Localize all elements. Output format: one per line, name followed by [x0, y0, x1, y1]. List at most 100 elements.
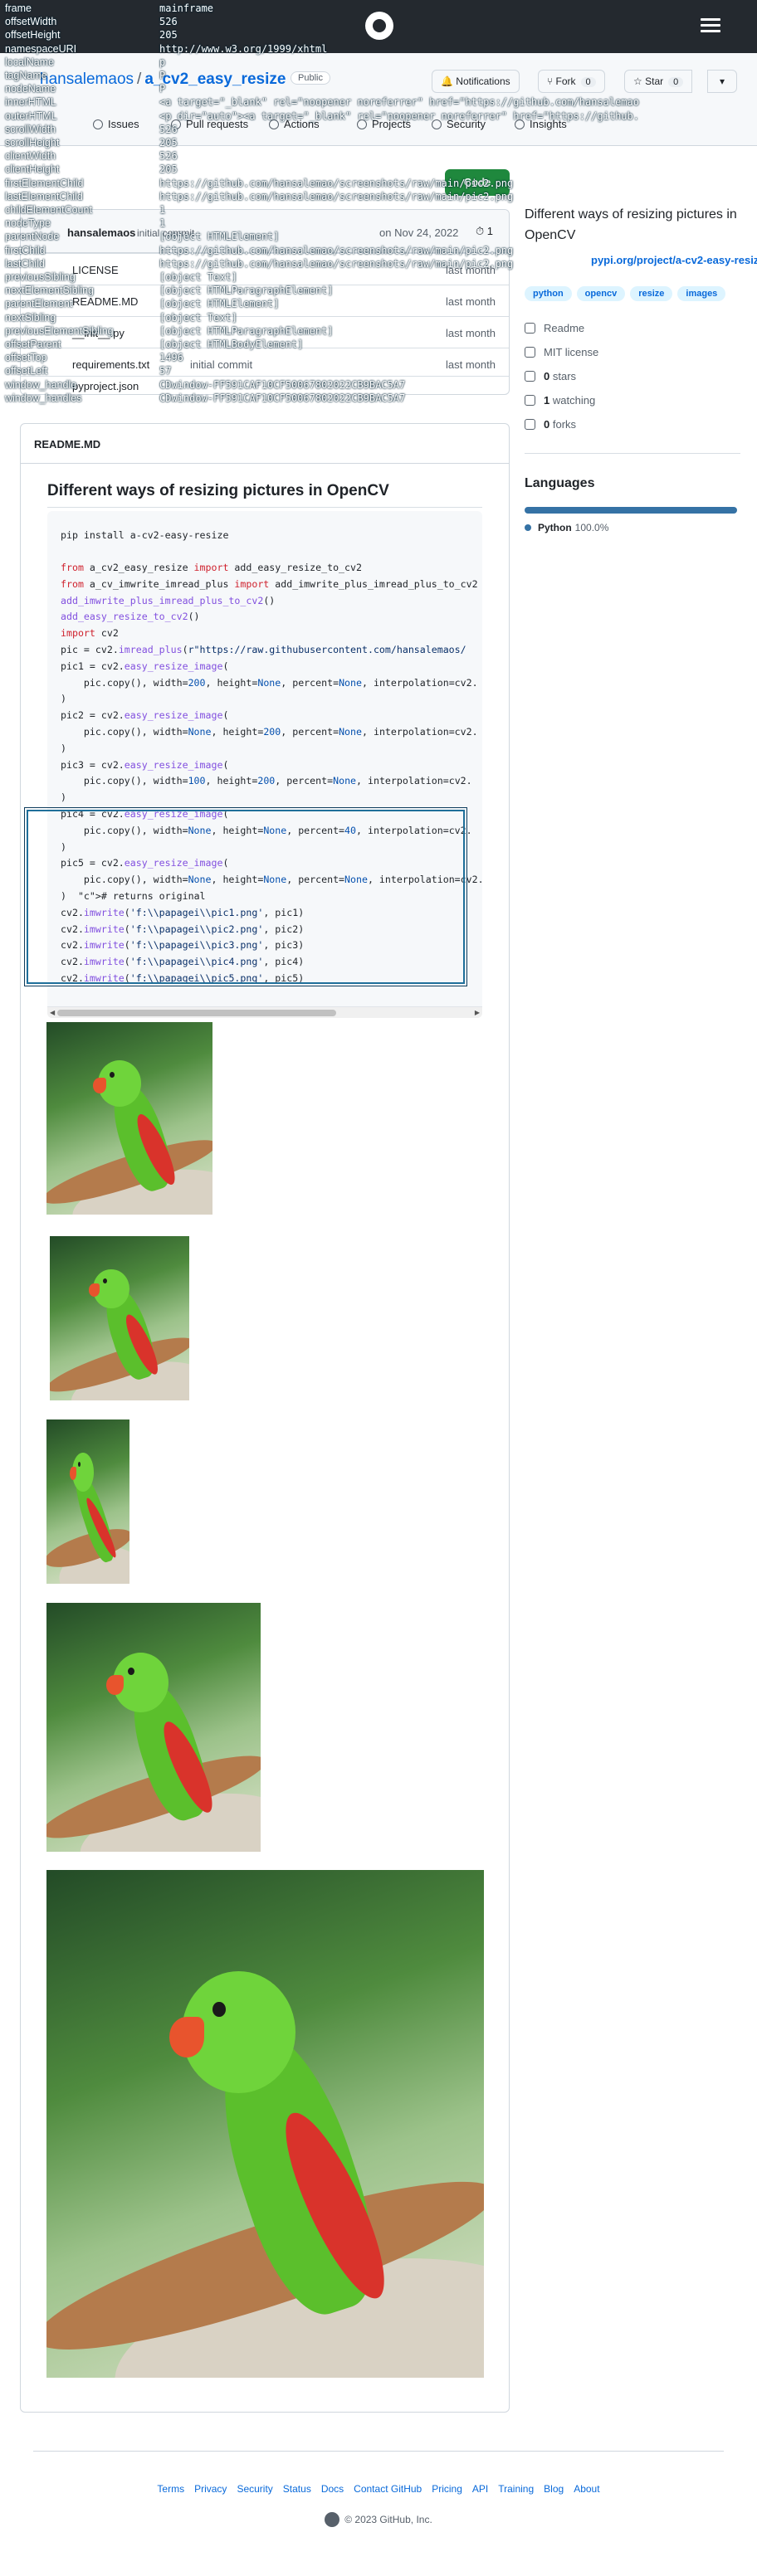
- commit-author[interactable]: hansalemaos: [67, 226, 135, 239]
- star-button[interactable]: ☆ Star 0: [624, 70, 693, 93]
- topic-tag[interactable]: opencv: [576, 286, 626, 301]
- file-name[interactable]: requirements.txt: [72, 358, 149, 371]
- file-name[interactable]: pyproject.json: [72, 380, 139, 392]
- watching-label: watching: [552, 394, 596, 407]
- code-line: ): [61, 693, 66, 705]
- topic-tag[interactable]: python: [525, 286, 572, 301]
- notifications-button[interactable]: 🔔 Notifications: [432, 70, 520, 93]
- tab-label: Security: [447, 118, 486, 130]
- parrot-image-pic1: [46, 1022, 212, 1215]
- footer-link-security[interactable]: Security: [237, 2483, 272, 2495]
- top-navbar: [0, 0, 757, 53]
- forks-link[interactable]: 0 forks: [525, 418, 576, 431]
- topic-list: python opencv resize images: [525, 285, 730, 301]
- tab-label: Projects: [372, 118, 411, 130]
- readme-heading: Different ways of resizing pictures in O…: [47, 482, 482, 508]
- readme-header: README.MD: [21, 424, 509, 464]
- stars-count: 0: [544, 370, 550, 382]
- footer-link-privacy[interactable]: Privacy: [194, 2483, 227, 2495]
- stars-link[interactable]: 0 stars: [525, 370, 576, 382]
- footer-link-pricing[interactable]: Pricing: [432, 2483, 462, 2495]
- inspector-row: firstElementChild https://github.com/hans…: [5, 178, 513, 188]
- footer-link-training[interactable]: Training: [498, 2483, 534, 2495]
- actions-icon: [269, 119, 279, 129]
- tab-security[interactable]: Security: [432, 118, 486, 130]
- file-time: last month: [446, 327, 496, 339]
- forks-count: 0: [544, 418, 550, 431]
- parrot-image-pic4: [46, 1603, 261, 1852]
- scroll-left-icon[interactable]: ◀: [50, 1009, 55, 1016]
- star-dropdown-button[interactable]: ▾: [707, 70, 737, 93]
- repo-header: [0, 53, 757, 146]
- tab-insights[interactable]: Insights: [515, 118, 567, 130]
- topic-tag[interactable]: resize: [630, 286, 673, 301]
- tab-issues[interactable]: Issues: [93, 118, 139, 130]
- footer-link-status[interactable]: Status: [283, 2483, 311, 2495]
- visibility-badge: Public: [291, 71, 330, 85]
- footer-link-docs[interactable]: Docs: [321, 2483, 344, 2495]
- footer-link-blog[interactable]: Blog: [544, 2483, 564, 2495]
- file-row[interactable]: __init__.py last month: [21, 316, 509, 348]
- license-link[interactable]: MIT license: [525, 346, 598, 358]
- security-icon: [432, 119, 442, 129]
- watching-link[interactable]: 1 watching: [525, 394, 595, 407]
- code-button[interactable]: Code: [445, 169, 510, 196]
- stars-label: stars: [552, 370, 577, 382]
- watching-count: 1: [544, 394, 550, 407]
- file-name[interactable]: __init__.py: [72, 327, 125, 339]
- scroll-right-icon[interactable]: ▶: [475, 1009, 480, 1016]
- fork-label: Fork: [555, 75, 576, 87]
- horizontal-scrollbar[interactable]: ◀ ▶: [47, 1006, 482, 1018]
- hamburger-menu-icon[interactable]: [701, 18, 720, 33]
- fork-button[interactable]: ⑂ Fork 0: [538, 70, 605, 93]
- divider: [525, 453, 740, 454]
- file-row[interactable]: LICENSE last month: [21, 253, 509, 285]
- file-name[interactable]: README.MD: [72, 295, 138, 308]
- github-mark-icon[interactable]: [325, 2512, 340, 2527]
- issue-icon: [93, 119, 103, 129]
- inspector-row: clientWidth 526: [5, 151, 178, 162]
- code-line: pic.copy(), width=200, height=None, perc…: [61, 676, 478, 689]
- star-count: 0: [668, 77, 684, 87]
- commit-message[interactable]: initial commit: [137, 227, 194, 239]
- bell-icon: 🔔: [441, 75, 453, 87]
- footer-link-contact-github[interactable]: Contact GitHub: [354, 2483, 422, 2495]
- file-commit-message[interactable]: initial commit: [190, 358, 252, 371]
- code-line: pic.copy(), width=100, height=200, perce…: [61, 775, 472, 787]
- inspector-value: 205: [159, 163, 178, 176]
- repo-name-link[interactable]: a_cv2_easy_resize: [144, 71, 286, 88]
- tab-projects[interactable]: Projects: [357, 118, 411, 130]
- inspector-key: clientHeight: [5, 163, 60, 176]
- fork-icon: ⑂: [547, 75, 554, 87]
- commit-count[interactable]: ⏱ 1: [476, 225, 493, 238]
- file-row[interactable]: README.MD last month: [21, 285, 509, 316]
- language-item[interactable]: Python 100.0%: [525, 522, 608, 533]
- language-name: Python: [538, 522, 572, 533]
- topic-tag[interactable]: images: [677, 286, 726, 301]
- inspector-row: lastElementChild https://github.com/hansa…: [5, 192, 513, 202]
- readme-title[interactable]: README.MD: [34, 438, 100, 450]
- code-line: from a_cv2_easy_resize import add_easy_r…: [61, 562, 362, 573]
- footer-link-about[interactable]: About: [574, 2483, 599, 2495]
- tab-label: Issues: [108, 118, 139, 130]
- file-row[interactable]: requirements.txt initial commit last month: [21, 348, 509, 379]
- footer-link-terms[interactable]: Terms: [157, 2483, 184, 2495]
- code-line: from a_cv_imwrite_imread_plus import add…: [61, 577, 478, 590]
- file-listing: hansalemaos initial commit on Nov 24, 20…: [20, 209, 510, 395]
- fork-icon: [525, 419, 535, 430]
- fork-count: 0: [580, 77, 596, 87]
- tab-actions[interactable]: Actions: [269, 118, 320, 130]
- inspector-key: firstElementChild: [5, 177, 84, 189]
- file-row[interactable]: pyproject.json: [21, 376, 509, 394]
- tab-pull-requests[interactable]: Pull requests: [171, 118, 248, 130]
- scrollbar-thumb[interactable]: [57, 1010, 336, 1016]
- github-logo-icon[interactable]: [365, 12, 393, 40]
- history-icon: ⏱: [476, 225, 485, 237]
- chevron-down-icon: ▾: [719, 75, 725, 87]
- readme-link[interactable]: Readme: [525, 322, 584, 334]
- repo-owner-link[interactable]: hansalemaos: [40, 71, 134, 88]
- file-name[interactable]: LICENSE: [72, 264, 119, 276]
- homepage-link[interactable]: pypi.org/project/a-cv2-easy-resize: [591, 254, 757, 266]
- file-time: last month: [446, 358, 496, 371]
- footer-link-api[interactable]: API: [472, 2483, 488, 2495]
